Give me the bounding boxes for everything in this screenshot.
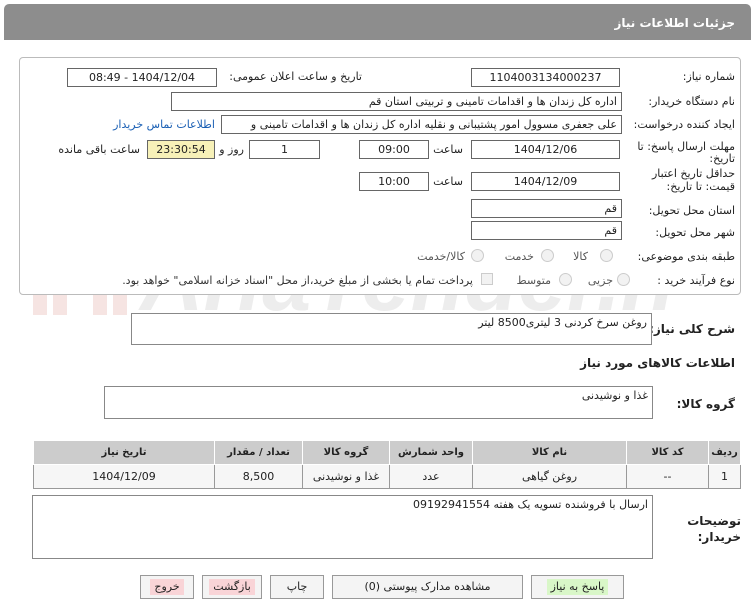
cell-unit: عدد — [389, 464, 473, 489]
cell-need-date: 1404/12/09 — [33, 464, 215, 489]
province-label: استان محل تحویل: — [648, 204, 735, 217]
reply-button-label: پاسخ به نیاز — [546, 579, 609, 595]
cell-group: غذا و نوشیدنی — [302, 464, 390, 489]
col-quantity: تعداد / مقدار — [214, 440, 303, 465]
table-row: 1 -- روغن گیاهی عدد غذا و نوشیدنی 8,500 … — [33, 464, 741, 489]
page-header: جزئیات اطلاعات نیاز — [4, 4, 751, 40]
reply-button[interactable]: پاسخ به نیاز — [531, 575, 624, 599]
process-radio-minor[interactable] — [617, 273, 630, 286]
table-header-row: ردیف کد کالا نام کالا واحد شمارش گروه کا… — [33, 440, 741, 465]
back-button[interactable]: بازگشت — [202, 575, 262, 599]
validity-date-field[interactable]: 1404/12/09 — [471, 172, 620, 191]
items-table: ردیف کد کالا نام کالا واحد شمارش گروه کا… — [33, 440, 741, 489]
process-radio-medium[interactable] — [559, 273, 572, 286]
category-radio-goods-service[interactable] — [471, 249, 484, 262]
treasury-payment-checkbox[interactable] — [481, 273, 493, 285]
buyer-org-label: نام دستگاه خریدار: — [648, 95, 735, 108]
days-label: روز و — [219, 143, 244, 156]
category-option-goods-service: کالا/خدمت — [417, 250, 465, 263]
announce-label: تاریخ و ساعت اعلان عمومی: — [229, 70, 362, 83]
col-item-code: کد کالا — [626, 440, 709, 465]
description-field[interactable]: روغن سرخ کردنی 3 لیتری8500 لیتر — [131, 313, 652, 345]
cell-quantity: 8,500 — [214, 464, 303, 489]
city-field[interactable]: قم — [471, 221, 622, 240]
category-radio-goods[interactable] — [600, 249, 613, 262]
category-option-service: خدمت — [504, 250, 534, 263]
announce-field[interactable]: 1404/12/04 - 08:49 — [67, 68, 217, 87]
need-number-label: شماره نیاز: — [682, 70, 735, 83]
print-button[interactable]: چاپ — [270, 575, 324, 599]
cell-row-number: 1 — [708, 464, 741, 489]
validity-time-label: ساعت — [433, 175, 463, 188]
category-radio-service[interactable] — [541, 249, 554, 262]
city-label: شهر محل تحویل: — [655, 226, 735, 239]
category-label: طبقه بندی موضوعی: — [637, 250, 735, 263]
treasury-payment-note: پرداخت تمام یا بخشی از مبلغ خرید،از محل … — [122, 274, 473, 287]
remaining-time-label: ساعت باقی مانده — [58, 143, 140, 156]
process-label: نوع فرآیند خرید : — [657, 274, 735, 287]
buyer-notes-label-2: خریدار: — [697, 530, 741, 544]
validity-time-field[interactable]: 10:00 — [359, 172, 429, 191]
remaining-time-field: 23:30:54 — [147, 140, 215, 159]
documents-button[interactable]: مشاهده مدارک پیوستی (0) — [332, 575, 523, 599]
col-need-date: تاریخ نیاز — [33, 440, 215, 465]
buyer-org-field[interactable]: اداره کل زندان ها و اقدامات تامینی و ترب… — [171, 92, 622, 111]
col-row-number: ردیف — [708, 440, 741, 465]
need-number-field[interactable]: 1104003134000237 — [471, 68, 620, 87]
documents-button-label: مشاهده مدارک پیوستی (0) — [364, 580, 491, 593]
process-option-medium: متوسط — [516, 274, 551, 287]
validity-label: حداقل تاریخ اعتبار — [651, 167, 735, 180]
deadline-time-field[interactable]: 09:00 — [359, 140, 429, 159]
exit-button[interactable]: خروج — [140, 575, 194, 599]
deadline-date-field[interactable]: 1404/12/06 — [471, 140, 620, 159]
category-option-goods: کالا — [573, 250, 588, 263]
buyer-contact-link[interactable]: اطلاعات تماس خریدار — [113, 118, 215, 131]
goods-group-label: گروه کالا: — [676, 397, 735, 411]
goods-section-title: اطلاعات کالاهای مورد نیاز — [580, 356, 735, 370]
process-option-minor: جزیی — [587, 274, 613, 287]
requester-label: ایجاد کننده درخواست: — [633, 118, 735, 131]
col-item-name: نام کالا — [472, 440, 627, 465]
validity-label-2: قیمت: تا تاریخ: — [666, 180, 735, 193]
cell-item-code: -- — [626, 464, 709, 489]
print-button-label: چاپ — [286, 580, 308, 593]
cell-item-name: روغن گیاهی — [472, 464, 627, 489]
province-field[interactable]: قم — [471, 199, 622, 218]
exit-button-label: خروج — [150, 579, 184, 595]
buyer-notes-field[interactable]: ارسال با فروشنده تسویه یک هفته 091929415… — [32, 495, 653, 559]
days-field[interactable]: 1 — [249, 140, 320, 159]
goods-group-field[interactable]: غذا و نوشیدنی — [104, 386, 653, 419]
buyer-notes-label: توضیحات — [687, 514, 741, 528]
page-title: جزئیات اطلاعات نیاز — [614, 16, 735, 30]
deadline-label-2: تاریخ: — [709, 152, 735, 165]
back-button-label: بازگشت — [209, 579, 255, 595]
deadline-time-label: ساعت — [433, 143, 463, 156]
requester-field[interactable]: علی جعفری مسوول امور پشتیبانی و نقلیه اد… — [221, 115, 622, 134]
col-unit: واحد شمارش — [389, 440, 473, 465]
description-label: شرح کلی نیاز: — [649, 322, 735, 336]
col-group: گروه کالا — [302, 440, 390, 465]
